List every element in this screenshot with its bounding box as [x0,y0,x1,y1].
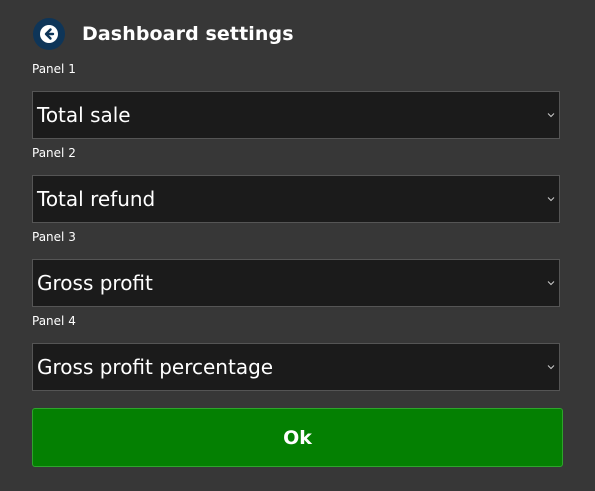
panel-1-label: Panel 1 [32,62,76,76]
back-button[interactable] [33,18,65,50]
arrow-left-icon [40,25,58,43]
chevron-down-icon [547,111,555,119]
panel-4-select[interactable]: Gross profit percentage [32,343,560,391]
ok-button[interactable]: Ok [32,408,563,467]
panel-4-value: Gross profit percentage [37,355,274,379]
chevron-down-icon [547,279,555,287]
panel-3-select[interactable]: Gross profit [32,259,560,307]
panel-2-select[interactable]: Total refund [32,175,560,223]
panel-4-label: Panel 4 [32,314,76,328]
panel-3-value: Gross profit [37,271,153,295]
page-title: Dashboard settings [82,23,294,45]
chevron-down-icon [547,363,555,371]
chevron-down-icon [547,195,555,203]
panel-1-select[interactable]: Total sale [32,91,560,139]
panel-3-label: Panel 3 [32,230,76,244]
header: Dashboard settings [33,18,294,50]
panel-1-value: Total sale [37,103,131,127]
panel-2-value: Total refund [37,187,156,211]
panel-2-label: Panel 2 [32,146,76,160]
